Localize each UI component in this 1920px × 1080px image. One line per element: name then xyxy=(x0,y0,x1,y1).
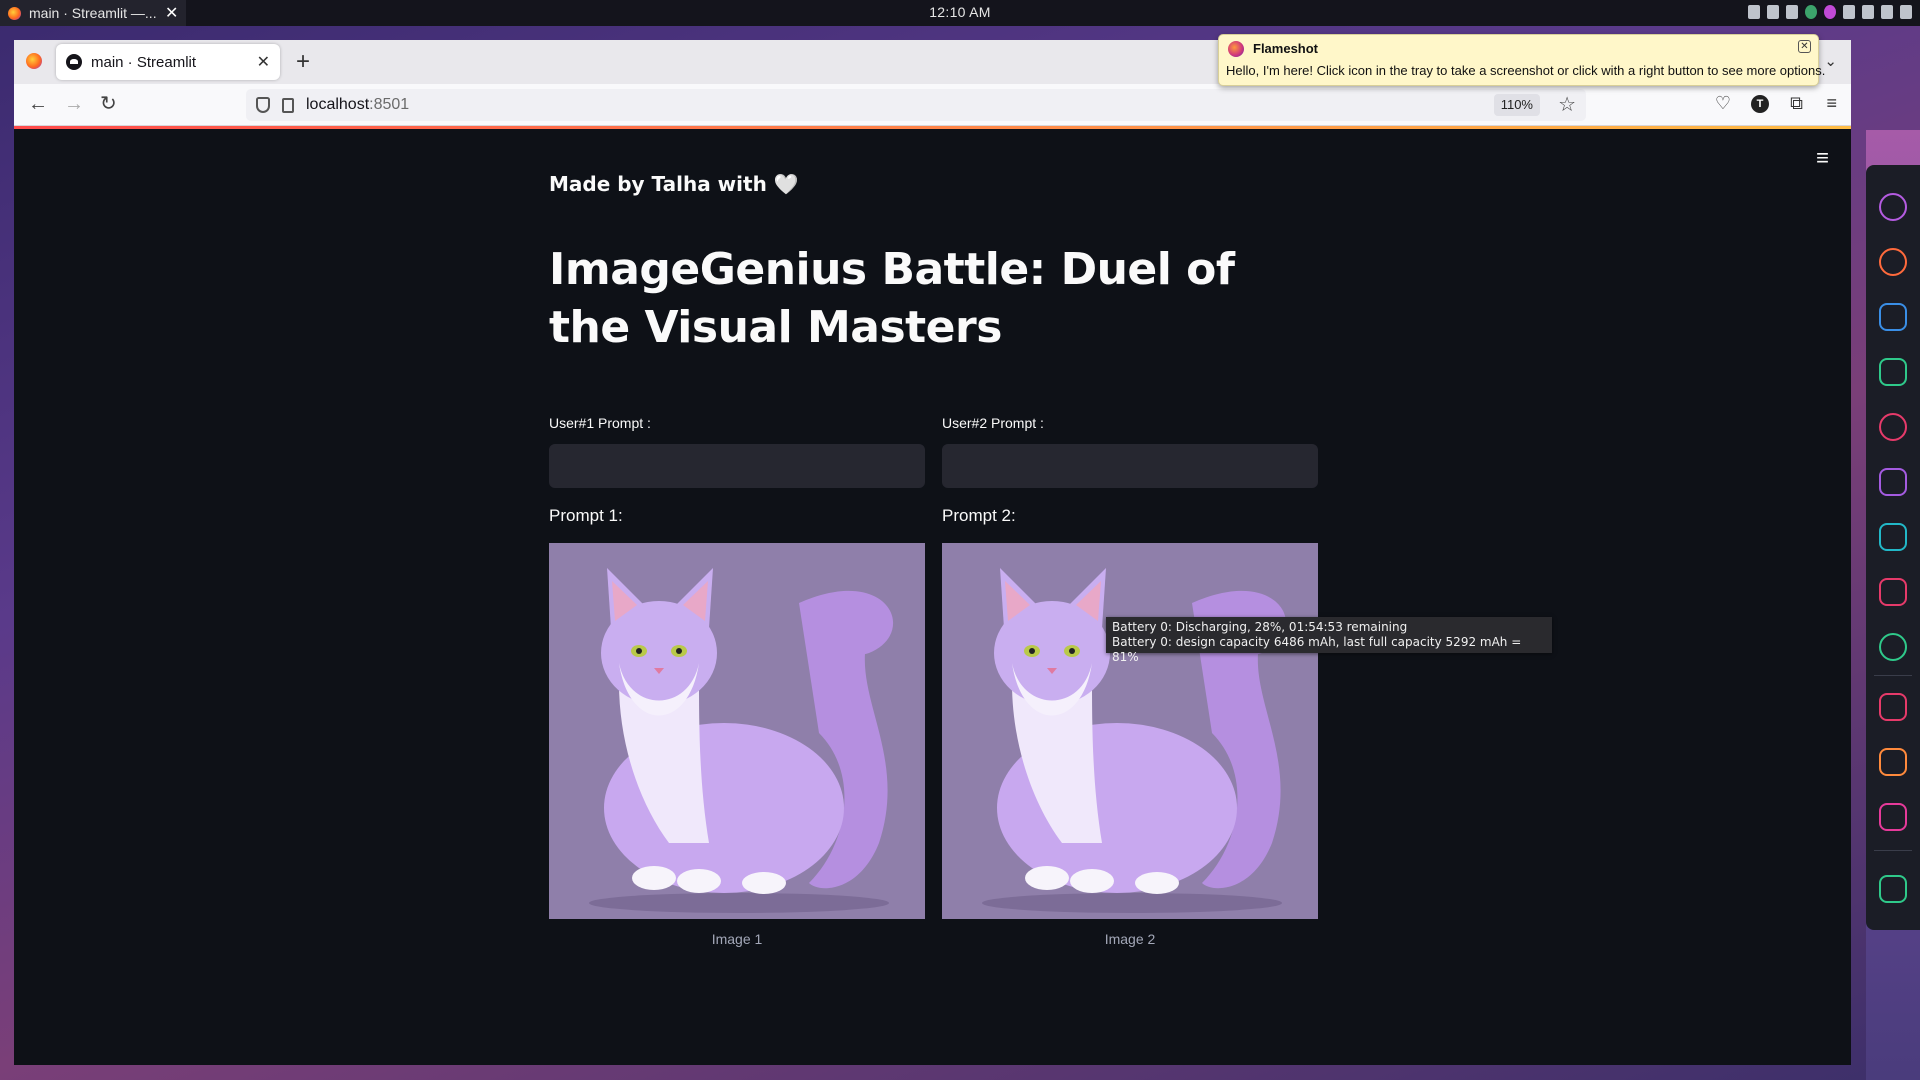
app-tray-icon[interactable] xyxy=(1805,5,1817,19)
dock-folder-downloads-icon[interactable] xyxy=(1879,803,1907,831)
clipboard-icon[interactable] xyxy=(1767,5,1779,19)
network-icon[interactable] xyxy=(1748,5,1760,19)
firefox-view-icon[interactable] xyxy=(26,53,42,69)
dock-firefox-icon[interactable] xyxy=(1879,248,1907,276)
tracking-shield-icon[interactable] xyxy=(256,97,270,113)
notification-title: Flameshot xyxy=(1253,41,1319,56)
battery-tooltip: Battery 0: Discharging, 28%, 01:54:53 re… xyxy=(1106,617,1552,664)
dock-music-icon[interactable] xyxy=(1879,633,1907,661)
tab-label: main · Streamlit xyxy=(91,53,197,71)
address-bar[interactable]: localhost:8501 110% ☆ xyxy=(246,89,1586,121)
column-user1: User#1 Prompt : Prompt 1: Image 1 xyxy=(549,415,925,947)
bluetooth-icon[interactable] xyxy=(1843,5,1855,19)
clock[interactable]: 12:10 AM xyxy=(0,4,1920,20)
dock-editor-icon[interactable] xyxy=(1879,303,1907,331)
purple-cat-image xyxy=(549,543,925,919)
firefox-window: main · Streamlit ✕ + ⌄ ← → ↻ localhost:8… xyxy=(14,40,1851,1065)
purple-cat-image xyxy=(942,543,1318,919)
pocket-icon[interactable]: ♡ xyxy=(1715,93,1731,114)
column-user2: User#2 Prompt : Prompt 2: Image 2 xyxy=(942,415,1318,947)
dock-launcher-icon[interactable] xyxy=(1879,193,1907,221)
zoom-indicator[interactable]: 110% xyxy=(1493,94,1540,116)
image2 xyxy=(942,543,1318,919)
menu-hamburger-icon[interactable]: ≡ xyxy=(1826,93,1837,114)
dock-calculator-icon[interactable] xyxy=(1879,468,1907,496)
flameshot-icon xyxy=(1228,41,1244,57)
user2-prompt-input[interactable] xyxy=(942,444,1318,488)
user1-prompt-input[interactable] xyxy=(549,444,925,488)
tooltip-line-1: Battery 0: Discharging, 28%, 01:54:53 re… xyxy=(1112,620,1408,634)
streamlit-main-menu-icon[interactable]: ≡ xyxy=(1816,147,1829,169)
page-info-icon[interactable] xyxy=(282,97,294,113)
system-tray xyxy=(1748,5,1912,19)
user1-prompt-label: User#1 Prompt : xyxy=(549,415,651,431)
image1 xyxy=(549,543,925,919)
dock-separator xyxy=(1874,675,1912,676)
dock-folder-pictures-icon[interactable] xyxy=(1879,748,1907,776)
page-title: ImageGenius Battle: Duel of the Visual M… xyxy=(549,244,1235,353)
prompt1-text: Prompt 1: xyxy=(549,506,623,525)
list-tabs-chevron-icon[interactable]: ⌄ xyxy=(1824,52,1837,70)
tab-streamlit[interactable]: main · Streamlit ✕ xyxy=(56,44,280,80)
user2-prompt-label: User#2 Prompt : xyxy=(942,415,1044,431)
flameshot-notification[interactable]: Flameshot Hello, I'm here! Click icon in… xyxy=(1218,34,1825,86)
dock-star-icon[interactable] xyxy=(1879,523,1907,551)
credit-text: Made by Talha with 🤍 xyxy=(549,172,799,196)
url-text[interactable]: localhost:8501 xyxy=(306,96,409,114)
new-tab-button[interactable]: + xyxy=(296,48,310,76)
back-arrow-icon[interactable]: ← xyxy=(28,93,48,115)
close-tab-icon[interactable]: ✕ xyxy=(257,52,270,72)
account-avatar[interactable]: T xyxy=(1751,95,1769,113)
navigation-toolbar: ← → ↻ localhost:8501 110% ☆ ♡ T ⧉ ≡ xyxy=(14,84,1851,126)
dock-media-icon[interactable] xyxy=(1879,413,1907,441)
wifi-icon[interactable] xyxy=(1862,5,1874,19)
streamlit-favicon-icon xyxy=(66,54,82,70)
dock-files-icon[interactable] xyxy=(1879,358,1907,386)
battery-icon[interactable] xyxy=(1786,5,1798,19)
dock-trash-icon[interactable] xyxy=(1879,875,1907,903)
notification-message: Hello, I'm here! Click icon in the tray … xyxy=(1226,63,1826,78)
forward-arrow-icon[interactable]: → xyxy=(64,93,84,115)
tooltip-line-2: Battery 0: design capacity 6486 mAh, las… xyxy=(1112,635,1522,664)
flameshot-tray-icon[interactable] xyxy=(1824,5,1836,19)
power-icon[interactable] xyxy=(1881,5,1893,19)
bookmark-star-icon[interactable]: ☆ xyxy=(1558,92,1576,117)
grid-icon[interactable] xyxy=(1900,5,1912,19)
streamlit-app: ≡ Made by Talha with 🤍 ImageGenius Battl… xyxy=(14,129,1851,1065)
app-dock xyxy=(1866,165,1920,930)
dock-folder-favorites-icon[interactable] xyxy=(1879,693,1907,721)
image1-caption: Image 1 xyxy=(711,931,763,947)
desktop-topbar: main · Streamlit —... ✕ 12:10 AM xyxy=(0,0,1920,26)
dock-separator xyxy=(1874,850,1912,851)
dock-mail-icon[interactable] xyxy=(1879,578,1907,606)
notification-close-icon[interactable]: ✕ xyxy=(1798,40,1811,53)
image2-caption: Image 2 xyxy=(1104,931,1156,947)
prompt2-text: Prompt 2: xyxy=(942,506,1016,525)
reload-icon[interactable]: ↻ xyxy=(100,93,117,115)
extensions-icon[interactable]: ⧉ xyxy=(1790,93,1803,114)
